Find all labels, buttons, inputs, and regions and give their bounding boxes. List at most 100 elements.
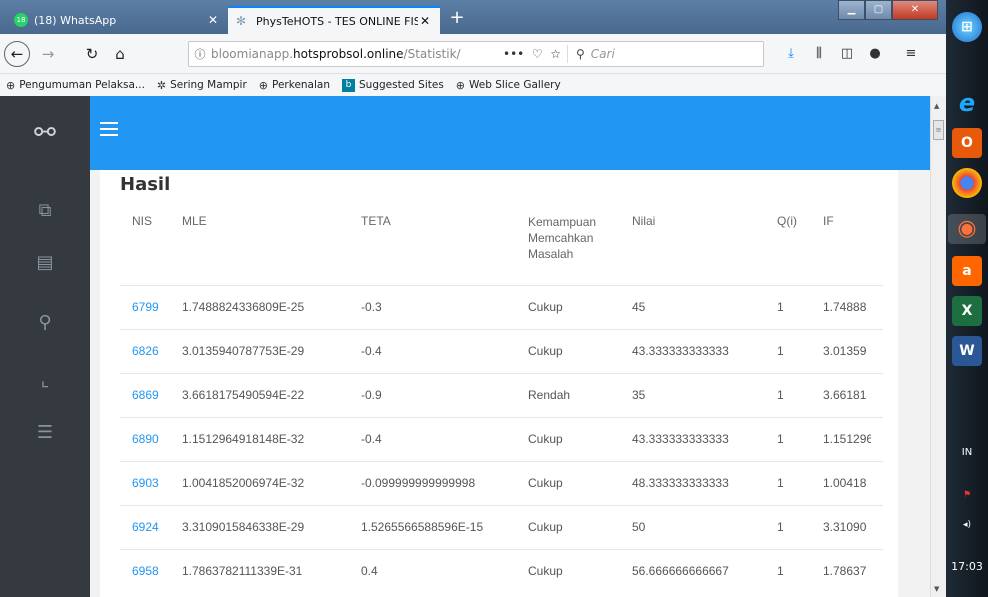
scroll-thumb[interactable]: ≡ — [933, 120, 944, 140]
cell-mle: 3.3109015846338E-29 — [182, 504, 361, 549]
cell-nis[interactable]: 6958 — [120, 548, 182, 593]
bookmark-sering-mampir[interactable]: ✲ Sering Mampir — [157, 79, 247, 92]
windows-start-icon[interactable]: ⊞ — [952, 12, 982, 42]
results-table: NIS MLE TETA Kemampuan Memcahkan Masalah… — [120, 204, 883, 593]
bookmark-label: Perkenalan — [272, 79, 330, 91]
cell-if-text: 3.66181 — [823, 388, 867, 402]
close-icon[interactable]: ✕ — [206, 13, 220, 27]
cell-nis[interactable]: 6869 — [120, 372, 182, 417]
forward-button[interactable]: → — [36, 42, 60, 66]
search-person-icon[interactable]: ⚲ — [30, 308, 60, 338]
word-icon[interactable]: W — [952, 336, 982, 366]
network-error-icon[interactable]: ⚑ — [946, 490, 988, 500]
cell-kemampuan: Cukup — [528, 504, 632, 549]
more-actions-icon[interactable]: ••• — [503, 47, 524, 61]
close-window-button[interactable]: ✕ — [892, 0, 938, 20]
cell-if: 1.00418 — [823, 460, 883, 505]
cell-qi: 1 — [777, 548, 823, 593]
new-tab-button[interactable]: + — [446, 8, 468, 30]
volume-icon[interactable]: ◂) — [946, 520, 988, 530]
copy-icon[interactable]: ⧉ — [30, 196, 60, 226]
download-icon[interactable]: ⤓ — [780, 42, 802, 66]
firefox-icon[interactable]: ◉ — [948, 214, 986, 244]
cell-teta: -0.4 — [361, 416, 528, 461]
column-header-if: IF — [823, 204, 883, 285]
cell-mle: 3.6618175490594E-22 — [182, 372, 361, 417]
gear-icon: ✲ — [156, 78, 167, 92]
address-bar[interactable]: ⓘ bloomianapp.hotsprobsol.online/Statist… — [188, 41, 764, 67]
extension-icon[interactable]: ● — [864, 42, 886, 66]
sidebar-toggle-icon[interactable]: ◫ — [836, 42, 858, 66]
cell-nilai: 50 — [632, 504, 777, 549]
column-header-nis: NIS — [132, 214, 153, 228]
avast-icon[interactable]: a — [952, 256, 982, 286]
minimize-button[interactable]: ▁ — [838, 0, 865, 20]
app-sidebar: ⚯ ⧉ ▤ ⚲ ⌞ ☰ — [0, 96, 90, 597]
bookmark-star-icon[interactable]: ☆ — [550, 47, 561, 61]
maximize-button[interactable]: ▢ — [865, 0, 892, 20]
whatsapp-icon: 18 — [14, 13, 28, 27]
app-header — [90, 96, 930, 170]
internet-explorer-icon[interactable]: e — [952, 88, 982, 118]
cell-if: 1.151296 — [823, 416, 883, 461]
scroll-up-arrow-icon[interactable]: ▲ — [934, 102, 939, 110]
stack-icon[interactable]: ▤ — [30, 248, 60, 278]
cell-nis[interactable]: 6903 — [120, 460, 182, 505]
tab-phystehots[interactable]: ✻ PhysTeHOTS - TES ONLINE FISII ✕ — [228, 6, 440, 34]
cell-nis[interactable]: 6890 — [120, 416, 182, 461]
pocket-icon[interactable]: ♡ — [532, 47, 543, 61]
bookmark-perkenalan[interactable]: ⊕ Perkenalan — [259, 79, 330, 92]
tab-whatsapp[interactable]: 18 (18) WhatsApp ✕ — [6, 6, 228, 34]
page-scrollbar[interactable]: ▲ ≡ ▼ — [930, 96, 946, 597]
clock[interactable]: 17:03 — [946, 560, 988, 573]
bookmark-suggested-sites[interactable]: b Suggested Sites — [342, 78, 444, 92]
cell-nis[interactable]: 6826 — [120, 328, 182, 373]
language-indicator[interactable]: IN — [946, 447, 988, 458]
hamburger-menu-icon[interactable] — [100, 122, 118, 136]
list-icon[interactable]: ☰ — [30, 418, 60, 448]
bookmark-web-slice-gallery[interactable]: ⊕ Web Slice Gallery — [456, 79, 561, 92]
globe-icon: ⊕ — [258, 78, 268, 92]
cell-if-text: 3.01359 — [823, 344, 867, 358]
cell-kemampuan: Cukup — [528, 416, 632, 461]
navigation-bar: ← → ↻ ⌂ ⓘ bloomianapp.hotsprobsol.online… — [0, 34, 946, 74]
close-icon[interactable]: ✕ — [418, 14, 432, 28]
cell-nis[interactable]: 6799 — [120, 284, 182, 329]
molecule-icon: ✻ — [236, 14, 247, 28]
cell-mle: 1.7488824336809E-25 — [182, 284, 361, 329]
chart-icon[interactable]: ⌞ — [30, 366, 60, 396]
cell-mle: 1.7863782111339E-31 — [182, 548, 361, 593]
cell-if-text: 1.151296 — [823, 432, 871, 446]
app-logo-icon[interactable]: ⚯ — [0, 96, 90, 170]
tab-label: (18) WhatsApp — [34, 13, 117, 27]
cell-nilai: 45 — [632, 284, 777, 329]
url-text[interactable]: bloomianapp.hotsprobsol.online/Statistik… — [211, 47, 503, 61]
cell-qi: 1 — [777, 504, 823, 549]
bookmark-label: Suggested Sites — [359, 79, 444, 91]
cell-nilai: 48.333333333333 — [632, 460, 777, 505]
reload-button[interactable]: ↻ — [80, 42, 104, 66]
search-field[interactable]: ⚲ Cari — [576, 47, 763, 61]
scroll-down-arrow-icon[interactable]: ▼ — [934, 585, 939, 593]
bookmark-label: Pengumuman Pelaksa... — [19, 79, 145, 91]
cell-kemampuan: Cukup — [528, 460, 632, 505]
cell-teta: -0.9 — [361, 372, 528, 417]
menu-icon[interactable]: ≡ — [900, 42, 922, 66]
info-icon[interactable]: ⓘ — [189, 46, 211, 62]
cell-nilai: 43.333333333333 — [632, 328, 777, 373]
cell-qi: 1 — [777, 372, 823, 417]
tab-bar: 18 (18) WhatsApp ✕ ✻ PhysTeHOTS - TES ON… — [0, 0, 946, 34]
results-card: Hasil NIS MLE TETA Kemampuan Memcahkan M… — [100, 170, 898, 597]
home-button[interactable]: ⌂ — [108, 42, 132, 66]
excel-icon[interactable]: X — [952, 296, 982, 326]
chrome-icon[interactable] — [952, 168, 982, 198]
table-header-row: NIS MLE TETA Kemampuan Memcahkan Masalah… — [120, 204, 883, 285]
cell-nis[interactable]: 6924 — [120, 504, 182, 549]
outlook-icon[interactable]: O — [952, 128, 982, 158]
url-domain: hotsprobsol.online — [293, 47, 404, 61]
back-button[interactable]: ← — [4, 41, 30, 67]
bookmark-pengumuman[interactable]: ⊕ Pengumuman Pelaksa... — [6, 79, 145, 92]
cell-qi: 1 — [777, 460, 823, 505]
library-icon[interactable]: ⫼ — [808, 42, 830, 66]
table-row: 6826 3.0135940787753E-29 -0.4 Cukup 43.33333… — [120, 328, 883, 373]
